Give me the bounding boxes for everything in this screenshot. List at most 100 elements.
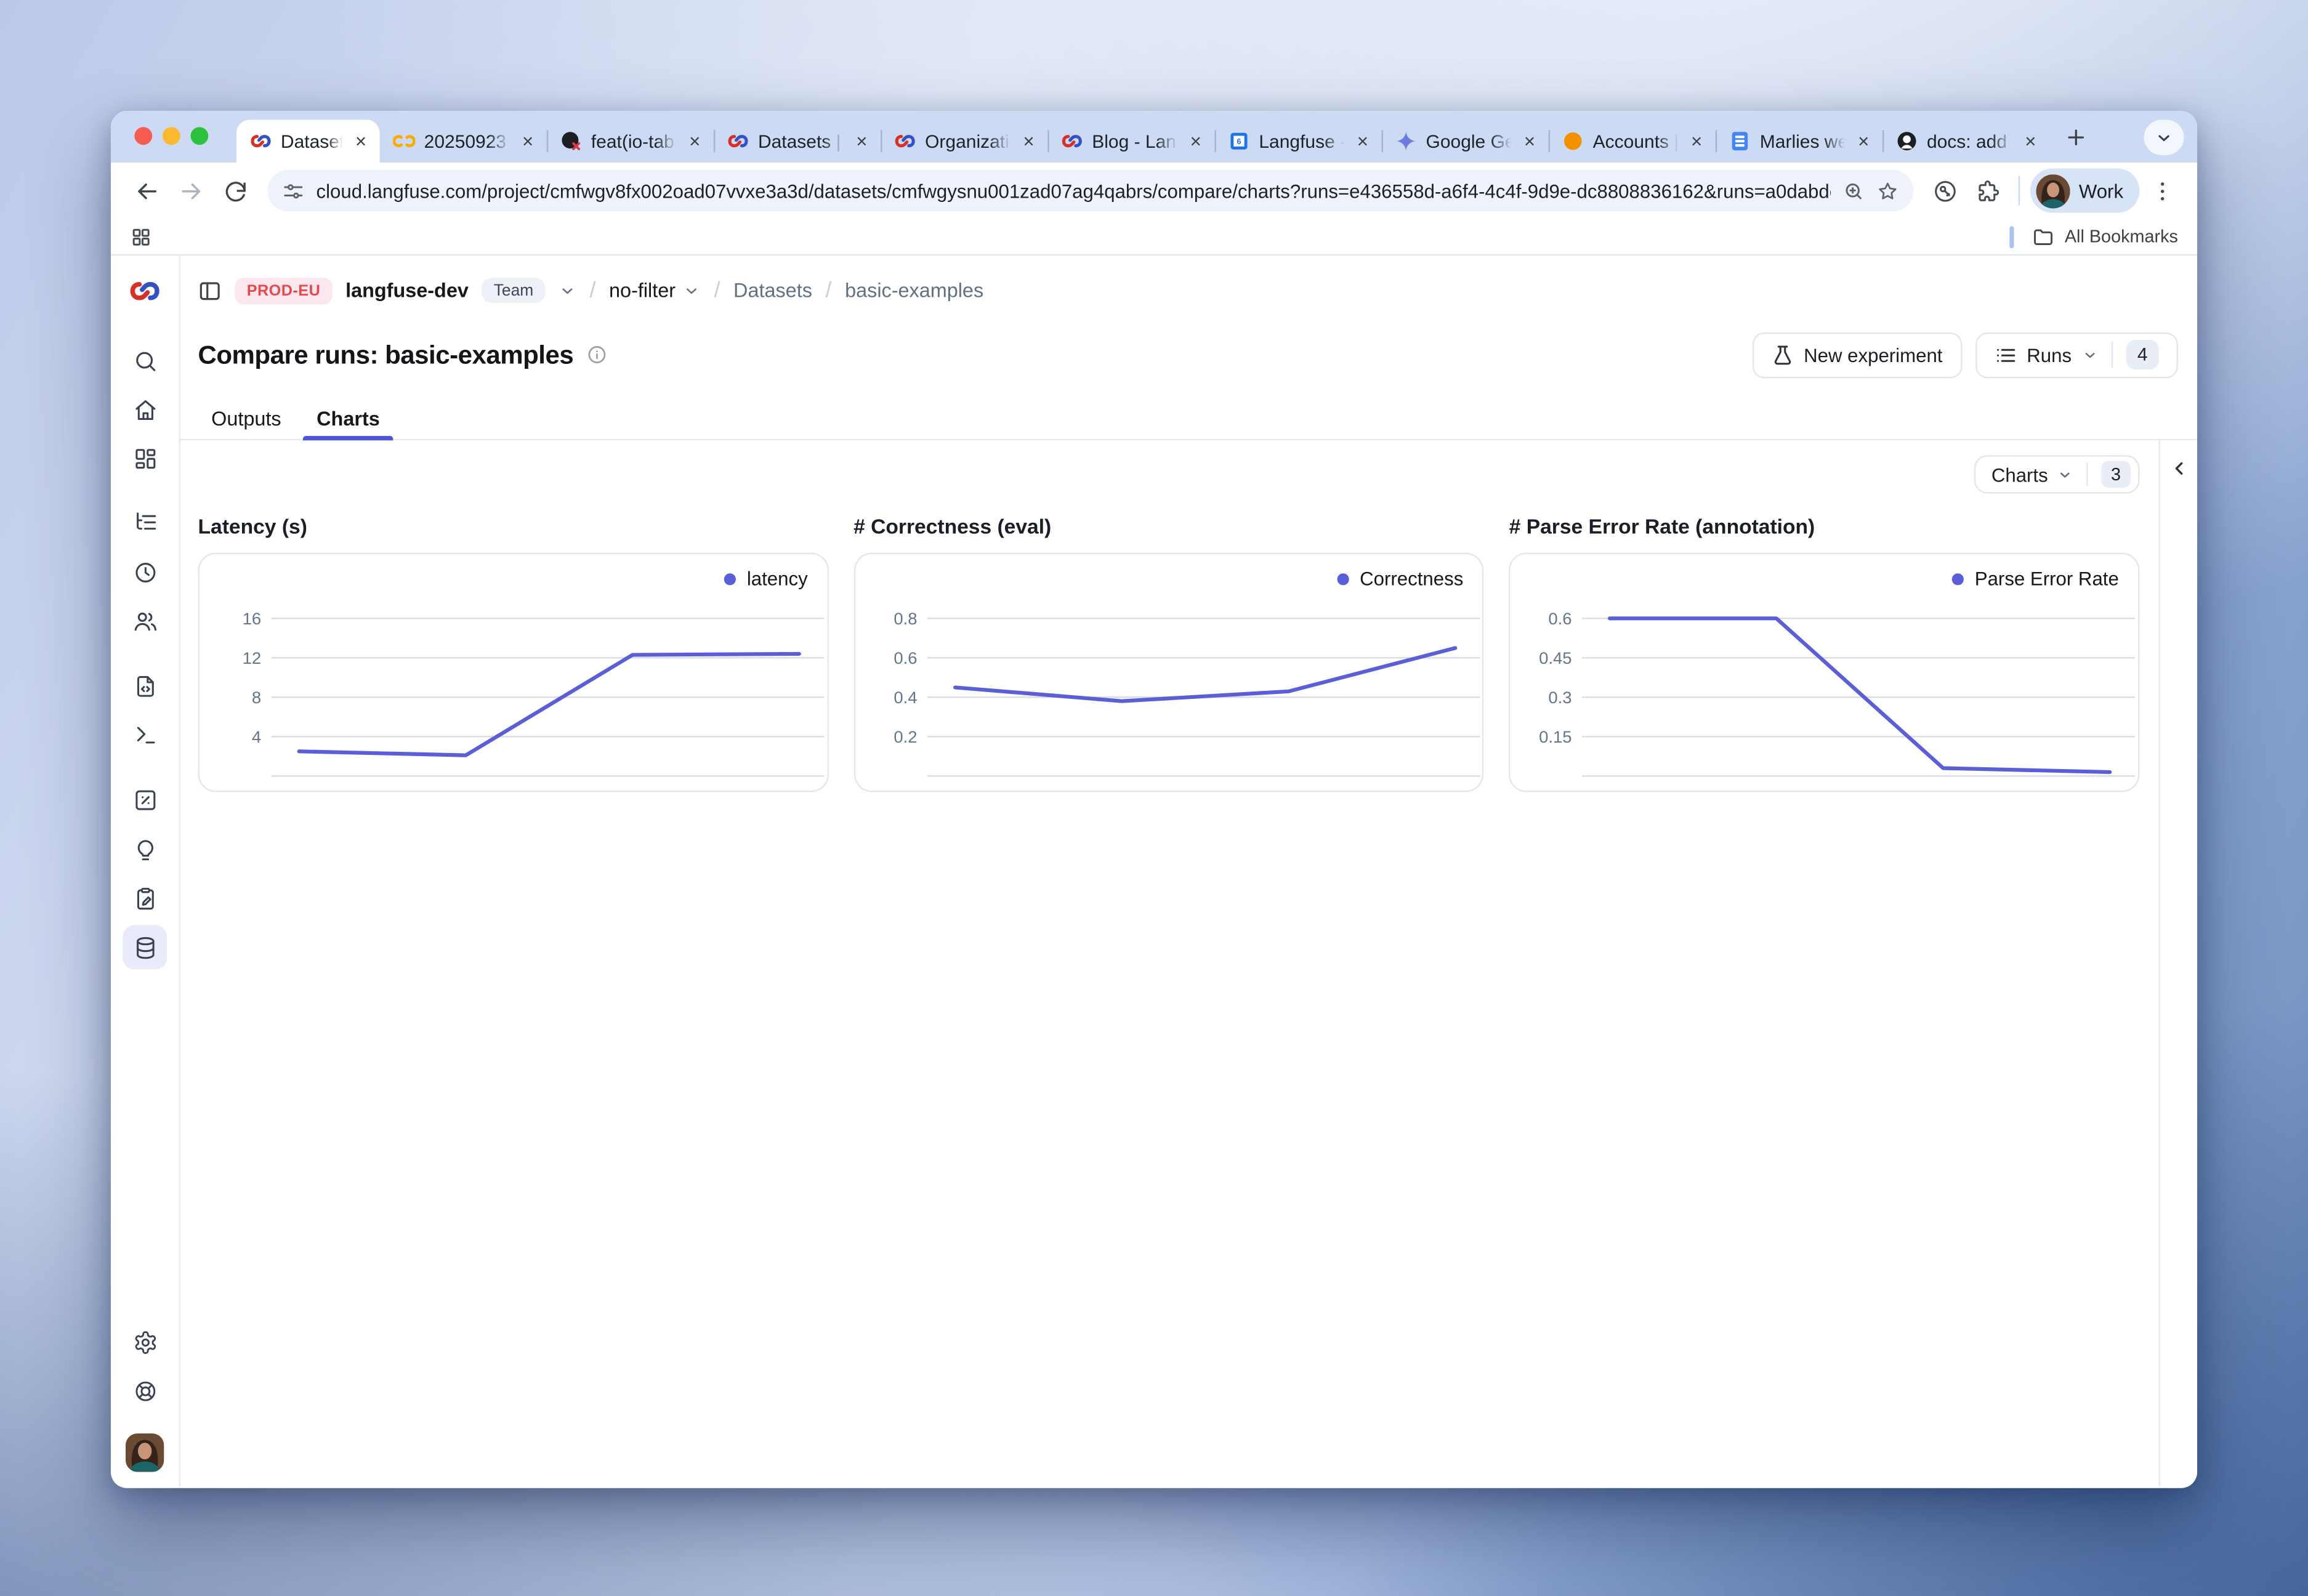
langfuse-favicon-icon	[250, 130, 272, 152]
all-bookmarks-label[interactable]: All Bookmarks	[2065, 226, 2178, 247]
tab-close-icon[interactable]: ×	[1354, 130, 1371, 152]
tab-close-icon[interactable]: ×	[1855, 130, 1872, 152]
runs-selector-button[interactable]: Runs 4	[1975, 332, 2178, 377]
tab-close-icon[interactable]: ×	[352, 130, 369, 152]
breadcrumb-datasets-link[interactable]: Datasets	[733, 280, 812, 302]
langfuse-logo-icon[interactable]	[129, 275, 161, 307]
sidebar-item-evals-square-percent[interactable]	[123, 777, 167, 821]
prompt-file-code-icon	[132, 673, 158, 698]
url-bar[interactable]: cloud.langfuse.com/project/cmfwgv8fx002o…	[267, 170, 1913, 211]
svg-text:6: 6	[1237, 137, 1241, 146]
legend-label: latency	[747, 568, 808, 590]
tab-close-icon[interactable]: ×	[1521, 130, 1538, 152]
dashboard-grid-icon	[132, 446, 158, 471]
profile-avatar	[2036, 174, 2070, 208]
svg-text:0.4: 0.4	[894, 688, 917, 707]
tab-close-icon[interactable]: ×	[2022, 130, 2039, 152]
browser-tab-2[interactable]: feat(io-tab×	[547, 119, 714, 163]
environment-badge[interactable]: PROD-EU	[235, 277, 333, 304]
tab-outputs[interactable]: Outputs	[198, 398, 295, 439]
tab-close-icon[interactable]: ×	[853, 130, 870, 152]
user-avatar[interactable]	[126, 1433, 164, 1472]
sidebar-item-dashboard-grid[interactable]	[123, 436, 167, 480]
site-settings-tune-icon[interactable]	[282, 180, 304, 202]
svg-text:0.15: 0.15	[1539, 727, 1572, 746]
sidebar-item-home[interactable]	[123, 387, 167, 432]
reload-button[interactable]	[214, 170, 256, 211]
chart-block-2: # Parse Error Rate (annotation)Parse Err…	[1509, 514, 2140, 792]
svg-text:0.3: 0.3	[1549, 688, 1572, 707]
tab-close-icon[interactable]: ×	[686, 130, 703, 152]
tab-charts[interactable]: Charts	[304, 398, 393, 439]
sidebar-item-trace-tree[interactable]	[123, 499, 167, 544]
sidebar-item-playground-terminal[interactable]	[123, 712, 167, 757]
tab-title: 20250923	[424, 131, 510, 151]
bookmark-star-icon[interactable]	[1876, 180, 1898, 202]
new-experiment-button[interactable]: New experiment	[1752, 332, 1962, 377]
svg-text:0.2: 0.2	[894, 727, 917, 746]
browser-profile-chip[interactable]: Work	[2030, 169, 2140, 213]
sidebar-item-datasets-database[interactable]	[123, 925, 167, 969]
extensions-button[interactable]	[1968, 171, 2008, 211]
chart-title: # Parse Error Rate (annotation)	[1509, 514, 2140, 539]
project-name[interactable]: no-filter	[609, 280, 701, 302]
browser-tab-6[interactable]: 6Langfuse -×	[1214, 119, 1381, 163]
browser-tab-9[interactable]: Marlies we×	[1716, 119, 1882, 163]
sidebar-item-insights-lightbulb[interactable]	[123, 828, 167, 872]
chart-legend: latency	[725, 568, 808, 590]
breadcrumb: PROD-EU langfuse-dev Team / no-filter / …	[180, 269, 2197, 312]
sidebar-item-users[interactable]	[123, 598, 167, 643]
zoom-window-button[interactable]	[191, 127, 209, 145]
forward-button[interactable]	[170, 170, 211, 211]
project-switcher-chevron-icon[interactable]	[683, 281, 701, 299]
minimize-window-button[interactable]	[163, 127, 180, 145]
tab-title: Datasets | l	[758, 131, 844, 151]
browser-tab-0[interactable]: Datasets | l×	[236, 119, 380, 163]
forward-arrow-icon	[178, 178, 203, 203]
screen: Datasets | l×20250923×feat(io-tab×Datase…	[0, 0, 2308, 1596]
colab-favicon-icon	[393, 130, 415, 152]
aws-favicon-icon	[1562, 130, 1584, 152]
back-button[interactable]	[126, 170, 167, 211]
password-manager-button[interactable]	[1925, 171, 1965, 211]
tab-search-button[interactable]	[2144, 119, 2184, 155]
tab-close-icon[interactable]: ×	[1688, 130, 1705, 152]
sidebar-item-settings-gear[interactable]	[123, 1320, 167, 1364]
tab-close-icon[interactable]: ×	[519, 130, 536, 152]
page-header: Compare runs: basic-examples New experim…	[180, 331, 2197, 379]
close-window-button[interactable]	[134, 127, 152, 145]
charts-count-badge: 3	[2101, 461, 2131, 488]
zoom-magnifier-icon[interactable]	[1842, 180, 1865, 202]
browser-tab-7[interactable]: Google Ge×	[1382, 119, 1549, 163]
langfuse-app: PROD-EU langfuse-dev Team / no-filter / …	[111, 256, 2197, 1486]
sidebar-item-annotation-clipboard[interactable]	[123, 876, 167, 921]
info-icon[interactable]	[587, 344, 608, 365]
tab-title: Accounts |	[1593, 131, 1679, 151]
tab-close-icon[interactable]: ×	[1020, 130, 1038, 152]
org-switcher-chevron-icon[interactable]	[559, 281, 576, 299]
browser-tab-8[interactable]: Accounts | ×	[1549, 119, 1716, 163]
new-tab-button[interactable]	[2056, 117, 2097, 158]
runs-count-badge: 4	[2126, 340, 2159, 369]
browser-tab-4[interactable]: Organizatio×	[881, 119, 1047, 163]
sidebar-item-sessions-clock[interactable]	[123, 550, 167, 594]
browser-tab-3[interactable]: Datasets | l ×	[714, 119, 881, 163]
sidebar-item-prompt-file-code[interactable]	[123, 664, 167, 708]
breadcrumb-dataset-name-link[interactable]: basic-examples	[845, 280, 983, 302]
browser-tab-strip: Datasets | l×20250923×feat(io-tab×Datase…	[111, 111, 2197, 163]
support-lifebuoy-icon	[132, 1378, 158, 1403]
collapse-panel-chevron-left-icon[interactable]	[2168, 458, 2189, 479]
sidebar-item-support-lifebuoy[interactable]	[123, 1368, 167, 1413]
org-name[interactable]: langfuse-dev	[345, 280, 469, 302]
browser-menu-button[interactable]	[2142, 171, 2182, 211]
charts-selector-button[interactable]: Charts 3	[1974, 455, 2139, 493]
sidebar-item-search[interactable]	[123, 339, 167, 383]
browser-tab-10[interactable]: docs: add×	[1882, 119, 2049, 163]
sidebar-toggle-icon[interactable]	[198, 278, 222, 302]
url-text[interactable]: cloud.langfuse.com/project/cmfwgv8fx002o…	[316, 180, 1830, 202]
browser-tab-5[interactable]: Blog - Lang×	[1047, 119, 1214, 163]
apps-grid-icon[interactable]	[130, 225, 152, 248]
collapse-strip	[2160, 440, 2197, 1486]
tab-close-icon[interactable]: ×	[1187, 130, 1204, 152]
browser-tab-1[interactable]: 20250923 ×	[380, 119, 547, 163]
